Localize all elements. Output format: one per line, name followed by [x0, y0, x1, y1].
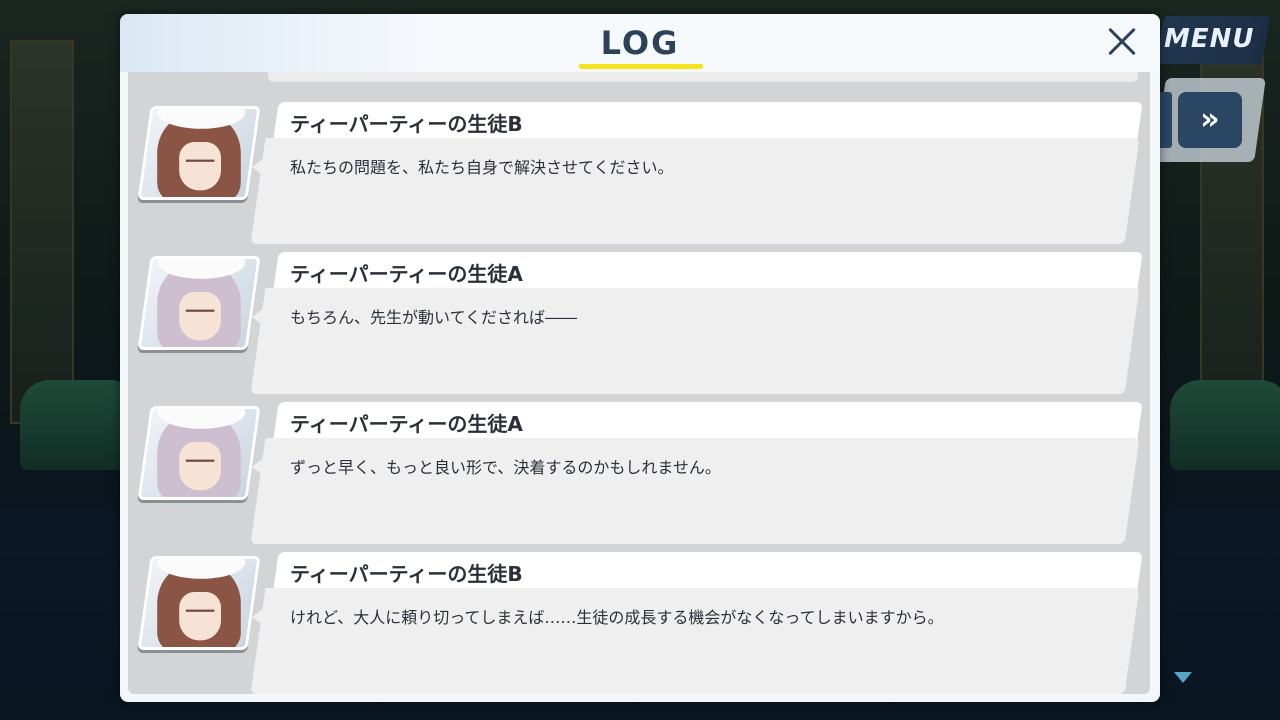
- previous-entry-edge: [268, 72, 1138, 82]
- background-chair: [1170, 380, 1280, 470]
- message-text: ずっと早く、もっと良い形で、決着するのかもしれません。: [290, 458, 721, 477]
- log-panel: LOG ティーパーティーの生徒B 私たちの問題を、私たち自身で解決させてください…: [120, 14, 1160, 702]
- student-b-portrait: [137, 106, 261, 200]
- speaker-name: ティーパーティーの生徒A: [290, 412, 523, 436]
- speaker-name: ティーパーティーの生徒B: [290, 562, 523, 586]
- message-text: もちろん、先生が動いてくだされば――: [290, 308, 578, 327]
- message-text: 私たちの問題を、私たち自身で解決させてください。: [290, 158, 674, 177]
- log-list[interactable]: ティーパーティーの生徒B 私たちの問題を、私たち自身で解決させてください。 ティ…: [128, 72, 1150, 694]
- student-a-portrait: [137, 256, 261, 350]
- log-entry: ティーパーティーの生徒B けれど、大人に頼り切ってしまえば……生徒の成長する機会…: [128, 536, 1150, 694]
- student-a-portrait: [137, 406, 261, 500]
- scroll-down-icon[interactable]: [1174, 672, 1192, 683]
- close-icon[interactable]: [1102, 22, 1142, 62]
- log-entry: ティーパーティーの生徒A ずっと早く、もっと良い形で、決着するのかもしれません。: [128, 386, 1150, 544]
- speaker-name: ティーパーティーの生徒A: [290, 262, 523, 286]
- title-underline: [579, 64, 703, 69]
- log-title: LOG: [600, 24, 680, 62]
- student-b-portrait: [137, 556, 261, 650]
- menu-label[interactable]: MENU: [1164, 24, 1255, 54]
- message-text: けれど、大人に頼り切ってしまえば……生徒の成長する機会がなくなってしまいますから…: [290, 608, 944, 627]
- speaker-name: ティーパーティーの生徒B: [290, 112, 523, 136]
- log-entry: ティーパーティーの生徒A もちろん、先生が動いてくだされば――: [128, 236, 1150, 394]
- log-entry: ティーパーティーの生徒B 私たちの問題を、私たち自身で解決させてください。: [128, 86, 1150, 244]
- fast-forward-button[interactable]: »: [1178, 92, 1242, 148]
- background-pillar: [10, 40, 74, 424]
